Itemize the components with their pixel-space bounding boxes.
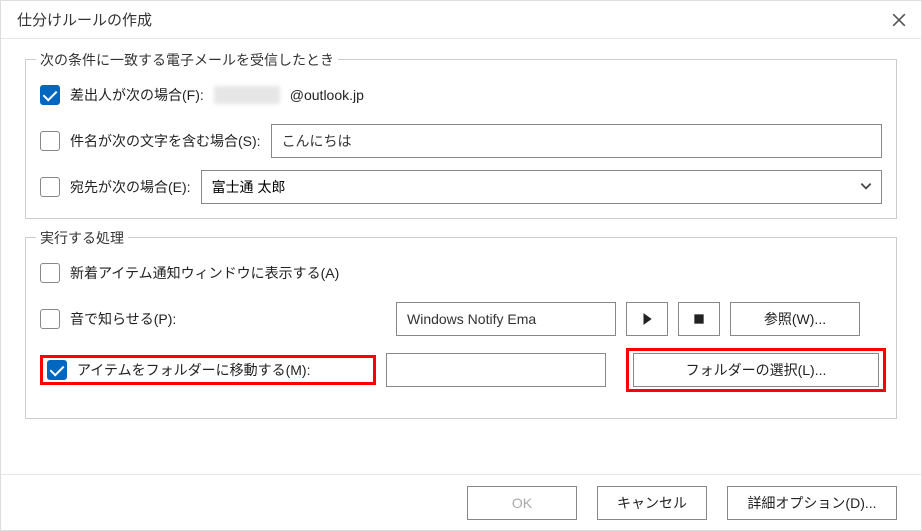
alert-label: 新着アイテム通知ウィンドウに表示する(A) [70, 263, 339, 283]
subject-checkbox[interactable] [40, 131, 60, 151]
alert-row: 新着アイテム通知ウィンドウに表示する(A) [40, 256, 882, 290]
conditions-group: 次の条件に一致する電子メールを受信したとき 差出人が次の場合(F): @outl… [25, 59, 897, 219]
move-folder-input[interactable] [386, 353, 606, 387]
dialog-title: 仕分けルールの作成 [17, 9, 152, 30]
to-label: 宛先が次の場合(E): [70, 177, 191, 197]
from-row: 差出人が次の場合(F): @outlook.jp [40, 78, 882, 112]
alert-checkbox[interactable] [40, 263, 60, 283]
conditions-title: 次の条件に一致する電子メールを受信したとき [36, 50, 338, 70]
sound-input[interactable] [396, 302, 616, 336]
sound-checkbox[interactable] [40, 309, 60, 329]
move-label: アイテムをフォルダーに移動する(M): [77, 360, 310, 380]
rule-dialog: 仕分けルールの作成 次の条件に一致する電子メールを受信したとき 差出人が次の場合… [0, 0, 922, 531]
actions-group: 実行する処理 新着アイテム通知ウィンドウに表示する(A) 音で知らせる(P): … [25, 237, 897, 419]
to-row: 宛先が次の場合(E): 富士通 太郎 [40, 170, 882, 204]
play-button[interactable] [626, 302, 668, 336]
select-folder-button[interactable]: フォルダーの選択(L)... [633, 353, 879, 387]
to-checkbox[interactable] [40, 177, 60, 197]
dialog-footer: OK キャンセル 詳細オプション(D)... [1, 474, 921, 530]
ok-button[interactable]: OK [467, 486, 577, 520]
cancel-button[interactable]: キャンセル [597, 486, 707, 520]
browse-button[interactable]: 参照(W)... [730, 302, 860, 336]
subject-row: 件名が次の文字を含む場合(S): [40, 124, 882, 158]
stop-button[interactable] [678, 302, 720, 336]
from-label: 差出人が次の場合(F): [70, 85, 204, 105]
chevron-down-icon [859, 179, 873, 196]
to-dropdown[interactable]: 富士通 太郎 [201, 170, 882, 204]
sound-label: 音で知らせる(P): [70, 309, 386, 329]
move-checkbox[interactable] [47, 360, 67, 380]
play-icon [640, 312, 654, 326]
close-icon [892, 13, 906, 27]
highlight-move-option: アイテムをフォルダーに移動する(M): [40, 355, 376, 385]
actions-title: 実行する処理 [36, 228, 128, 248]
advanced-button[interactable]: 詳細オプション(D)... [727, 486, 897, 520]
from-name-obscured [214, 86, 280, 104]
subject-input[interactable] [271, 124, 882, 158]
close-button[interactable] [889, 10, 909, 30]
to-dropdown-value: 富士通 太郎 [212, 177, 286, 197]
sound-row: 音で知らせる(P): 参照(W)... [40, 302, 882, 336]
from-checkbox[interactable] [40, 85, 60, 105]
from-domain: @outlook.jp [290, 87, 364, 103]
move-row: アイテムをフォルダーに移動する(M): フォルダーの選択(L)... [40, 348, 882, 392]
stop-icon [692, 312, 706, 326]
titlebar: 仕分けルールの作成 [1, 1, 921, 39]
dialog-content: 次の条件に一致する電子メールを受信したとき 差出人が次の場合(F): @outl… [1, 39, 921, 474]
subject-label: 件名が次の文字を含む場合(S): [70, 131, 261, 151]
highlight-folder-select: フォルダーの選択(L)... [626, 348, 886, 392]
